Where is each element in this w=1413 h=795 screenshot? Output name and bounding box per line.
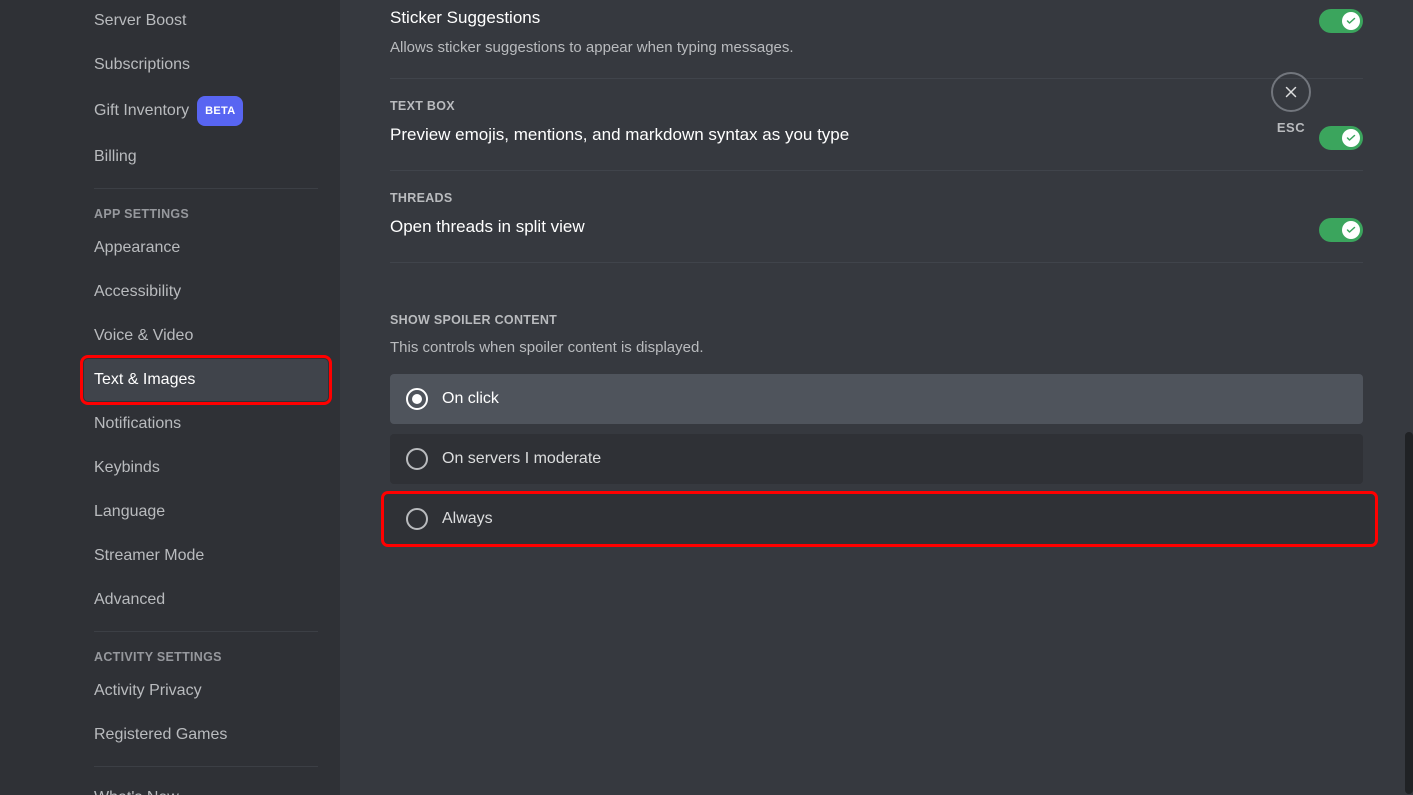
sidebar-item-streamer-mode[interactable]: Streamer Mode bbox=[84, 535, 328, 577]
sidebar-item-billing[interactable]: Billing bbox=[84, 136, 328, 178]
sidebar-item-server-boost[interactable]: Server Boost bbox=[84, 0, 328, 42]
setting-desc-sticker: Allows sticker suggestions to appear whe… bbox=[390, 38, 794, 58]
toggle-preview-markdown[interactable] bbox=[1319, 126, 1363, 150]
sidebar-item-label: Accessibility bbox=[94, 279, 181, 305]
sidebar-header-app: APP SETTINGS bbox=[84, 199, 328, 227]
radio-icon bbox=[406, 508, 428, 530]
sidebar-item-keybinds[interactable]: Keybinds bbox=[84, 447, 328, 489]
settings-content: Sticker Suggestions Allows sticker sugge… bbox=[340, 0, 1413, 795]
beta-badge: BETA bbox=[197, 96, 243, 126]
sidebar-divider bbox=[94, 631, 318, 632]
setting-title-threads: Open threads in split view bbox=[390, 217, 585, 237]
sidebar-divider bbox=[94, 766, 318, 767]
spoiler-option-moderate[interactable]: On servers I moderate bbox=[390, 434, 1363, 484]
scrollbar-thumb[interactable] bbox=[1405, 432, 1413, 794]
check-icon bbox=[1342, 221, 1360, 239]
close-icon bbox=[1271, 72, 1311, 112]
sidebar-item-label: Language bbox=[94, 499, 165, 525]
toggle-threads-split-view[interactable] bbox=[1319, 218, 1363, 242]
sidebar-item-label: Activity Privacy bbox=[94, 678, 202, 704]
sidebar-item-label: Keybinds bbox=[94, 455, 160, 481]
sidebar-item-whats-new[interactable]: What's New bbox=[84, 777, 328, 795]
sidebar-item-notifications[interactable]: Notifications bbox=[84, 403, 328, 445]
spoiler-option-always[interactable]: Always bbox=[384, 494, 1375, 544]
radio-icon bbox=[406, 448, 428, 470]
setting-title-preview: Preview emojis, mentions, and markdown s… bbox=[390, 125, 849, 145]
sidebar-item-label: Billing bbox=[94, 144, 137, 170]
radio-label: On servers I moderate bbox=[442, 450, 601, 468]
sidebar-item-gift-inventory[interactable]: Gift Inventory BETA bbox=[84, 88, 328, 134]
sidebar-item-text-images[interactable]: Text & Images bbox=[84, 359, 328, 401]
sidebar-item-appearance[interactable]: Appearance bbox=[84, 227, 328, 269]
sidebar-item-label: Advanced bbox=[94, 587, 165, 613]
setting-title-sticker: Sticker Suggestions bbox=[390, 8, 794, 28]
sidebar-item-registered-games[interactable]: Registered Games bbox=[84, 714, 328, 756]
section-desc-spoiler: This controls when spoiler content is di… bbox=[390, 339, 1363, 356]
sidebar-item-activity-privacy[interactable]: Activity Privacy bbox=[84, 670, 328, 712]
close-settings-button[interactable]: ESC bbox=[1271, 72, 1311, 135]
check-icon bbox=[1342, 129, 1360, 147]
section-header-threads: THREADS bbox=[390, 191, 1363, 205]
sidebar-item-label: Notifications bbox=[94, 411, 181, 437]
radio-label: On click bbox=[442, 390, 499, 408]
sidebar-header-activity: ACTIVITY SETTINGS bbox=[84, 642, 328, 670]
sidebar-item-accessibility[interactable]: Accessibility bbox=[84, 271, 328, 313]
sidebar-item-label: Subscriptions bbox=[94, 52, 190, 78]
sidebar-item-language[interactable]: Language bbox=[84, 491, 328, 533]
settings-sidebar: Server Boost Subscriptions Gift Inventory B… bbox=[0, 0, 340, 795]
sidebar-item-label: Appearance bbox=[94, 235, 180, 261]
sidebar-item-label: Voice & Video bbox=[94, 323, 193, 349]
check-icon bbox=[1342, 12, 1360, 30]
sidebar-item-voice-video[interactable]: Voice & Video bbox=[84, 315, 328, 357]
sidebar-item-label: Gift Inventory bbox=[94, 98, 189, 124]
sidebar-item-label: Text & Images bbox=[94, 367, 195, 393]
section-header-textbox: TEXT BOX bbox=[390, 99, 1363, 113]
sidebar-divider bbox=[94, 188, 318, 189]
toggle-sticker-suggestions[interactable] bbox=[1319, 9, 1363, 33]
sidebar-item-label: Streamer Mode bbox=[94, 543, 204, 569]
sidebar-item-advanced[interactable]: Advanced bbox=[84, 579, 328, 621]
sidebar-item-label: Registered Games bbox=[94, 722, 227, 748]
radio-label: Always bbox=[442, 510, 493, 528]
sidebar-item-subscriptions[interactable]: Subscriptions bbox=[84, 44, 328, 86]
sidebar-item-label: What's New bbox=[94, 785, 179, 795]
section-header-spoiler: SHOW SPOILER CONTENT bbox=[390, 313, 1363, 327]
esc-label: ESC bbox=[1277, 120, 1305, 135]
sidebar-item-label: Server Boost bbox=[94, 8, 186, 34]
radio-selected-icon bbox=[406, 388, 428, 410]
spoiler-option-on-click[interactable]: On click bbox=[390, 374, 1363, 424]
